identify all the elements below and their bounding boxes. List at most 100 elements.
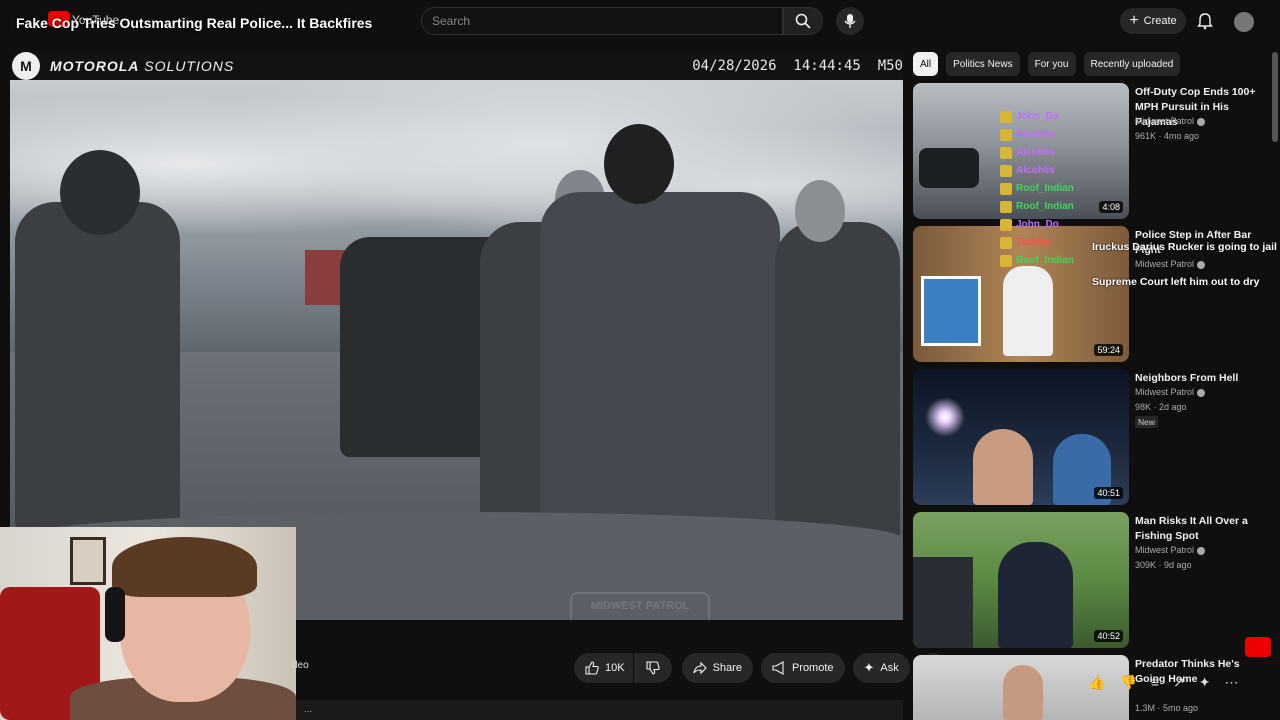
like-count: 10K [605, 662, 625, 674]
emote-icon [1000, 183, 1012, 195]
emote-icon [1000, 129, 1012, 141]
thumbs-down-icon[interactable]: 👎 [1119, 674, 1136, 691]
headset [105, 587, 125, 642]
subscribe-overlay-icon[interactable] [1245, 637, 1271, 657]
channel-watermark: MIDWEST PATROL [570, 592, 710, 620]
share-button[interactable]: Share [681, 653, 753, 683]
bodycam-header: M MOTOROLA SOLUTIONS 04/28/2026 14:44:45… [10, 52, 903, 80]
megaphone-icon [772, 661, 784, 675]
suspect-head [604, 124, 674, 204]
stream-chat-overlay: John_Do Alcohlis Alcohlis Alcohlis Roof_… [1000, 108, 1074, 270]
notifications-bell-icon[interactable] [1196, 12, 1214, 30]
video-title[interactable]: Neighbors From Hell [1135, 371, 1263, 386]
sparkle-icon: ✦ [863, 660, 875, 675]
create-label: Create [1143, 15, 1177, 27]
chat-user: Roof_Indian [1016, 183, 1074, 194]
verified-icon [1197, 388, 1206, 397]
search-input[interactable]: Search [421, 7, 783, 35]
more-icon[interactable]: ⋯ [1225, 674, 1239, 691]
video-thumbnail[interactable]: 40:52 [913, 512, 1129, 648]
voice-search-button[interactable] [836, 7, 864, 35]
chat-line: Roof_Indian [1000, 180, 1074, 198]
video-duration: 4:08 [1099, 201, 1123, 213]
suspect-hoodie [540, 192, 780, 532]
chat-line: Alcohlis [1000, 162, 1074, 180]
emote-icon [1000, 219, 1012, 231]
chat-line: Toddler [1000, 234, 1074, 252]
verified-icon [1197, 546, 1206, 555]
chat-line: Alcohlis [1000, 144, 1074, 162]
officer-left [15, 202, 180, 532]
ask-label: Ask [880, 662, 899, 674]
captions-icon[interactable]: ≡ [1151, 674, 1159, 691]
share-arrow-icon [693, 661, 707, 675]
chat-user: Roof_Indian [1016, 255, 1074, 266]
thumbs-up-icon[interactable]: 👍 [1088, 674, 1105, 691]
channel-name[interactable]: Midwest Patrol [1135, 387, 1206, 397]
sparkle-icon[interactable]: ✦ [1199, 674, 1211, 691]
verified-icon [1197, 117, 1206, 126]
recommendation-item[interactable]: 4:08 Off-Duty Cop Ends 100+ MPH Pursuit … [913, 83, 1273, 219]
chat-line: John_Do [1000, 108, 1074, 126]
chat-user: Alcohlis [1016, 129, 1055, 140]
top-bar: YouTube Fake Cop Tries Outsmarting Real … [0, 0, 1280, 44]
action-row: 10K Share Promote ✦ Ask ⋯ [574, 653, 948, 683]
video-meta: 1.3M · 5mo ago [1135, 703, 1199, 713]
like-button[interactable]: 10K [574, 653, 633, 683]
ask-button[interactable]: ✦ Ask [852, 653, 910, 683]
filter-chips: All Politics News For you Recently uploa… [913, 52, 1181, 76]
emote-icon [1000, 111, 1012, 123]
chip-for-you[interactable]: For you [1027, 52, 1076, 76]
video-title[interactable]: Man Risks It All Over a Fishing Spot [1135, 514, 1263, 544]
camera-timestamp: 04/28/2026 14:44:45 M50 [692, 58, 903, 74]
chat-line: Alcohlis [1000, 126, 1074, 144]
create-button[interactable]: + Create [1120, 8, 1186, 34]
chip-recently-uploaded[interactable]: Recently uploaded [1083, 52, 1181, 76]
chat-user: Alcohlis [1016, 147, 1055, 158]
video-title-overlay: Fake Cop Tries Outsmarting Real Police..… [16, 15, 373, 31]
ticker-line-1: Iruckus Darius Rucker is going to jail [1092, 241, 1277, 253]
description-preview[interactable]: ... [296, 700, 903, 720]
emote-icon [1000, 255, 1012, 267]
thumbnail-car [919, 148, 979, 188]
promote-button[interactable]: Promote [760, 653, 845, 683]
recommendation-item[interactable]: 40:51 Neighbors From Hell Midwest Patrol… [913, 369, 1273, 505]
channel-name[interactable]: Midwest Patrol [1135, 116, 1206, 126]
share-icon[interactable]: ↗ [1173, 674, 1185, 691]
dislike-button[interactable] [633, 653, 672, 683]
video-duration: 59:24 [1094, 344, 1123, 356]
promote-label: Promote [791, 662, 834, 674]
channel-name[interactable]: Midwest Patrol [1135, 259, 1206, 269]
channel-name[interactable]: Midwest Patrol [1135, 545, 1206, 555]
ticker-line-2: Supreme Court left him out to dry [1092, 276, 1260, 288]
mini-toolbar: 👍 👎 ≡ ↗ ✦ ⋯ [1088, 674, 1239, 691]
verified-icon [1197, 260, 1206, 269]
officer-right [775, 222, 900, 542]
chat-line: John_Do [1000, 216, 1074, 234]
officer-left-head [60, 150, 140, 235]
chip-politics-news[interactable]: Politics News [946, 52, 1020, 76]
webcam-overlay-label: deo [292, 660, 309, 671]
video-duration: 40:51 [1094, 487, 1123, 499]
thumbs-up-icon [585, 661, 599, 675]
emote-icon [1000, 237, 1012, 249]
account-avatar[interactable] [1234, 12, 1254, 32]
thumbnail-person [1003, 665, 1043, 720]
chip-all[interactable]: All [913, 52, 939, 76]
officer-right-head [795, 180, 845, 242]
wall-picture-frame [70, 537, 106, 585]
plus-icon: + [1129, 12, 1139, 29]
video-meta: 961K · 4mo ago [1135, 131, 1200, 141]
search-button[interactable] [783, 7, 823, 35]
chat-user: John_Do [1016, 111, 1059, 122]
thumbnail-window [921, 276, 981, 346]
recommendation-item[interactable]: 40:52 Man Risks It All Over a Fishing Sp… [913, 512, 1273, 648]
streamer-hair [112, 537, 257, 597]
thumbs-down-icon [646, 661, 660, 675]
video-thumbnail[interactable]: 40:51 [913, 369, 1129, 505]
thumbnail-person [998, 542, 1073, 648]
chat-line: Roof_Indian [1000, 252, 1074, 270]
emote-icon [1000, 201, 1012, 213]
search-icon [795, 13, 811, 29]
new-badge: New [1135, 416, 1159, 428]
